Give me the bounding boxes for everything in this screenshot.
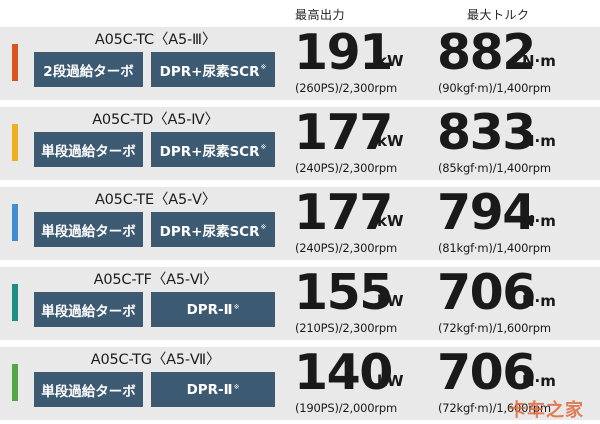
turbo-type-badge: 単段過給ターボ — [34, 132, 143, 167]
turbo-type-badge: 2段過給ターボ — [34, 52, 143, 87]
color-bar — [12, 284, 18, 321]
footnote-mark: ※ — [260, 222, 267, 231]
watermark-text: 卡车之家 — [508, 400, 584, 421]
aftertreatment-label: DPR+尿素SCR — [159, 63, 260, 80]
aftertreatment-badge: DPR-Ⅱ ※ — [151, 372, 275, 407]
power-detail: (210PS)/2,300rpm — [295, 321, 397, 335]
color-bar — [12, 124, 18, 161]
power-unit: kW — [377, 372, 404, 390]
power-unit: kW — [377, 132, 404, 150]
turbo-type-label: 単段過給ターボ — [41, 143, 136, 160]
footnote-mark: ※ — [260, 62, 267, 71]
torque-unit: N·m — [522, 52, 556, 70]
engine-row: A05C-TE〈A5-Ⅴ〉 単段過給ターボ DPR+尿素SCR ※ 177 kW … — [0, 184, 600, 260]
engine-row: A05C-TF〈A5-Ⅵ〉 単段過給ターボ DPR-Ⅱ ※ 155 kW (210… — [0, 264, 600, 340]
torque-unit: N·m — [522, 372, 556, 390]
max-torque-value: 833 — [437, 104, 536, 161]
table-header: 最高出力 最大トルク — [0, 0, 600, 27]
footnote-mark: ※ — [233, 302, 240, 311]
torque-detail: (85kgf·m)/1,400rpm — [438, 161, 551, 175]
watermark-logo: 卡车之家 — [508, 396, 584, 422]
engine-model: A05C-TG〈A5-Ⅶ〉 — [90, 352, 221, 368]
turbo-type-label: 単段過給ターボ — [41, 383, 136, 400]
color-bar — [12, 204, 18, 241]
aftertreatment-badge: DPR+尿素SCR ※ — [151, 52, 275, 87]
max-torque-value: 706 — [437, 344, 536, 401]
max-torque-value: 706 — [437, 264, 536, 321]
turbo-type-badge: 単段過給ターボ — [34, 372, 143, 407]
torque-detail: (90kgf·m)/1,400rpm — [438, 81, 551, 95]
engine-row: A05C-TC〈A5-Ⅲ〉 2段過給ターボ DPR+尿素SCR ※ 191 kW … — [0, 24, 600, 100]
engine-model: A05C-TD〈A5-Ⅳ〉 — [92, 112, 219, 128]
torque-detail: (72kgf·m)/1,600rpm — [438, 321, 551, 335]
power-detail: (260PS)/2,300rpm — [295, 81, 397, 95]
engine-row: A05C-TD〈A5-Ⅳ〉 単段過給ターボ DPR+尿素SCR ※ 177 kW … — [0, 104, 600, 180]
color-bar — [12, 364, 18, 401]
power-unit: kW — [377, 52, 404, 70]
turbo-type-label: 2段過給ターボ — [43, 63, 134, 80]
aftertreatment-label: DPR+尿素SCR — [159, 223, 260, 240]
aftertreatment-label: DPR-Ⅱ — [186, 301, 233, 318]
aftertreatment-badge: DPR+尿素SCR ※ — [151, 212, 275, 247]
aftertreatment-label: DPR-Ⅱ — [186, 381, 233, 398]
power-unit: kW — [377, 212, 404, 230]
footnote-mark: ※ — [260, 142, 267, 151]
turbo-type-badge: 単段過給ターボ — [34, 212, 143, 247]
turbo-type-label: 単段過給ターボ — [41, 223, 136, 240]
aftertreatment-badge: DPR+尿素SCR ※ — [151, 132, 275, 167]
engine-model: A05C-TC〈A5-Ⅲ〉 — [94, 32, 217, 48]
max-torque-header: 最大トルク — [467, 8, 530, 22]
engine-model: A05C-TF〈A5-Ⅵ〉 — [93, 272, 218, 288]
torque-unit: N·m — [522, 212, 556, 230]
turbo-type-badge: 単段過給ターボ — [34, 292, 143, 327]
torque-unit: N·m — [522, 292, 556, 310]
max-torque-value: 794 — [437, 184, 536, 241]
power-detail: (240PS)/2,300rpm — [295, 161, 397, 175]
aftertreatment-badge: DPR-Ⅱ ※ — [151, 292, 275, 327]
max-power-header: 最高出力 — [295, 8, 346, 22]
engine-model: A05C-TE〈A5-Ⅴ〉 — [94, 192, 217, 208]
torque-unit: N·m — [522, 132, 556, 150]
turbo-type-label: 単段過給ターボ — [41, 303, 136, 320]
footnote-mark: ※ — [233, 382, 240, 391]
aftertreatment-label: DPR+尿素SCR — [159, 143, 260, 160]
power-unit: kW — [377, 292, 404, 310]
power-detail: (240PS)/2,300rpm — [295, 241, 397, 255]
max-torque-value: 882 — [437, 24, 536, 81]
torque-detail: (81kgf·m)/1,400rpm — [438, 241, 551, 255]
power-detail: (190PS)/2,000rpm — [295, 401, 397, 415]
color-bar — [12, 44, 18, 81]
